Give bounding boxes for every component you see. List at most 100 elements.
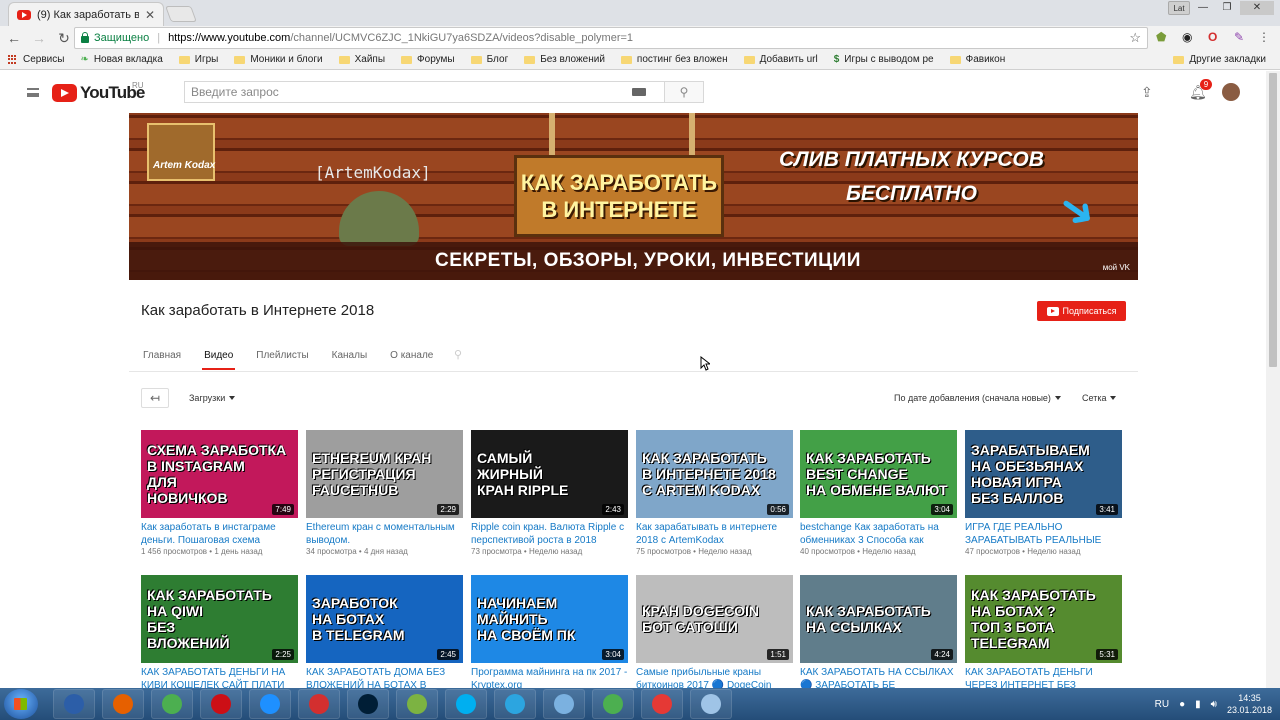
tab-videos[interactable]: Видео: [202, 350, 236, 372]
forward-arrow-icon[interactable]: →: [28, 30, 50, 46]
bookmark-folder-blog[interactable]: Блог: [470, 54, 508, 65]
subscribe-button[interactable]: Подписаться: [1037, 301, 1126, 321]
tab-channels[interactable]: Каналы: [330, 350, 370, 372]
chevron-down-icon: [1110, 396, 1117, 400]
video-thumbnail[interactable]: КАК ЗАРАБОТАТЬ НА ССЫЛКАХ 4:24: [800, 575, 957, 663]
taskbar-file-manager-button[interactable]: [53, 689, 95, 719]
keyboard-icon[interactable]: [632, 88, 646, 96]
bookmark-games-withdrawal[interactable]: $ Игры с выводом ре: [834, 54, 934, 65]
thumbnail-text: НА БОТАХ: [312, 610, 385, 627]
taskbar-firefox-button[interactable]: [102, 689, 144, 719]
bookmark-services[interactable]: Сервисы: [8, 54, 64, 65]
taskbar-chrome-button[interactable]: [592, 689, 634, 719]
video-duration: 3:04: [931, 504, 953, 515]
tab-playlists[interactable]: Плейлисты: [254, 350, 310, 372]
taskbar-chrome-button[interactable]: [151, 689, 193, 719]
browser-tab[interactable]: (9) Как заработать в Инте ✕: [8, 2, 164, 26]
video-thumbnail[interactable]: КАК ЗАРАБОТАТЬ НА БОТАХ ? ТОП 3 БОТА TELEGR…: [965, 575, 1122, 663]
channel-search-icon[interactable]: ⚲: [454, 348, 462, 361]
video-thumbnail[interactable]: СХЕМА ЗАРАБОТКА В INSTAGRAM ДЛЯ НОВИЧКОВ 7:4…: [141, 430, 298, 518]
system-tray: RU ● ▮ 🔊︎ 14:35 23.01.2018: [1155, 688, 1272, 720]
bookmark-folder-add-url[interactable]: Добавить url: [743, 54, 818, 65]
thumbnail-text: FAUCETHUB: [312, 482, 399, 499]
taskbar-telegram-button[interactable]: [494, 689, 536, 719]
video-title-link[interactable]: Ethereum кран с моментальным выводом.: [306, 521, 463, 547]
video-thumbnail[interactable]: КРАН DOGECOIN БОТ САТОШИ 1:51: [636, 575, 793, 663]
sort-dropdown[interactable]: По дате добавления (сначала новые): [886, 388, 1069, 408]
start-button[interactable]: [4, 689, 38, 719]
taskbar-record-button[interactable]: [641, 689, 683, 719]
video-thumbnail[interactable]: САМЫЙ ЖИРНЫЙ КРАН RIPPLE 2:43: [471, 430, 628, 518]
video-title-link[interactable]: bestchange Как заработать на обменниках …: [800, 521, 957, 547]
page-scrollbar[interactable]: [1266, 71, 1280, 688]
taskbar-yandex-button[interactable]: [298, 689, 340, 719]
bookmark-star-icon[interactable]: ☆: [1129, 30, 1141, 46]
tab-home[interactable]: Главная: [141, 350, 183, 372]
taskbar-paint-button[interactable]: [543, 689, 585, 719]
guide-menu-icon[interactable]: [27, 88, 39, 97]
video-meta: 40 просмотров • Неделю назад: [800, 547, 957, 556]
youtube-logo[interactable]: YouTube RU: [52, 81, 145, 103]
search-button[interactable]: ⚲: [664, 81, 704, 103]
bookmark-label: Игры с выводом ре: [844, 54, 934, 65]
pen-extension-icon[interactable]: ✎: [1234, 30, 1244, 44]
upload-icon[interactable]: ⇪: [1141, 84, 1153, 101]
taskbar-opera-button[interactable]: [200, 689, 242, 719]
close-window-icon[interactable]: ✕: [1240, 1, 1274, 15]
bookmark-folder-forums[interactable]: Форумы: [401, 54, 455, 65]
taskbar-utorrent-button[interactable]: [396, 689, 438, 719]
account-avatar[interactable]: [1222, 83, 1240, 101]
video-thumbnail[interactable]: КАК ЗАРАБОТАТЬ BEST CHANGE НА ОБМЕНЕ ВАЛЮТ…: [800, 430, 957, 518]
taskbar-internet-explorer-button[interactable]: [249, 689, 291, 719]
address-bar[interactable]: Защищено | https://www.youtube.com/chann…: [74, 27, 1148, 49]
opera-extension-icon[interactable]: O: [1208, 30, 1217, 44]
video-thumbnail[interactable]: КАК ЗАРАБОТАТЬ НА QIWI БЕЗ ВЛОЖЕНИЙ 2:25: [141, 575, 298, 663]
taskbar-photoshop-button[interactable]: [347, 689, 389, 719]
incognito-extension-icon[interactable]: ◉: [1182, 30, 1192, 44]
video-thumbnail[interactable]: КАК ЗАРАБОТАТЬ В ИНТЕРНЕТЕ 2018 С ARTEM KO…: [636, 430, 793, 518]
bookmark-folder-games[interactable]: Игры: [178, 54, 219, 65]
bookmark-folder-posting[interactable]: постинг без вложен: [620, 54, 728, 65]
maximize-icon[interactable]: ❐: [1216, 1, 1238, 15]
video-title-link[interactable]: Как зарабатывать в интернете 2018 с Arte…: [636, 521, 793, 547]
back-button[interactable]: ↤: [141, 388, 169, 408]
minimize-icon[interactable]: —: [1192, 1, 1214, 15]
video-duration: 4:24: [931, 649, 953, 660]
video-thumbnail[interactable]: НАЧИНАЕМ МАЙНИТЬ НА СВОЁМ ПК 3:04: [471, 575, 628, 663]
view-dropdown[interactable]: Сетка: [1074, 388, 1124, 408]
tab-about[interactable]: О канале: [388, 350, 435, 372]
back-arrow-icon[interactable]: ←: [3, 30, 25, 46]
video-duration: 2:45: [437, 649, 459, 660]
close-tab-icon[interactable]: ✕: [145, 8, 155, 22]
new-tab-button[interactable]: [165, 6, 197, 22]
uploads-dropdown[interactable]: Загрузки: [181, 388, 243, 408]
video-views: 75 просмотров: [636, 547, 691, 556]
clock[interactable]: 14:35 23.01.2018: [1227, 692, 1272, 716]
network-icon[interactable]: ▮: [1195, 699, 1201, 710]
banner-social-links[interactable]: мой VK: [1103, 263, 1130, 272]
video-title-link[interactable]: Как заработать в инстаграме деньги. Поша…: [141, 521, 298, 547]
tray-icon[interactable]: ●: [1179, 699, 1185, 710]
bookmark-folder-monitors[interactable]: Моники и блоги: [234, 54, 323, 65]
video-title-link[interactable]: Ripple coin кран. Валюта Ripple с перспе…: [471, 521, 628, 547]
taskbar-notes-button[interactable]: [690, 689, 732, 719]
bookmark-new-tab[interactable]: ❧ Новая вкладка: [80, 54, 162, 65]
bookmark-other[interactable]: Другие закладки: [1173, 54, 1266, 65]
video-thumbnail[interactable]: ЗАРАБОТОК НА БОТАХ В TELEGRAM 2:45: [306, 575, 463, 663]
bookmark-folder-favicon[interactable]: Фавикон: [949, 54, 1005, 65]
home-extension-icon[interactable]: ⬟: [1156, 30, 1166, 44]
bookmark-folder-no-investment[interactable]: Без вложений: [524, 54, 605, 65]
language-indicator[interactable]: RU: [1155, 699, 1169, 710]
bookmark-folder-hyips[interactable]: Хайпы: [338, 54, 385, 65]
search-input[interactable]: Введите запрос: [184, 81, 664, 103]
scrollbar-thumb[interactable]: [1269, 73, 1277, 367]
keyboard-layout-indicator[interactable]: Lat: [1168, 1, 1190, 15]
video-title-link[interactable]: ИГРА ГДЕ РЕАЛЬНО ЗАРАБАТЫВАТЬ РЕАЛЬНЫЕ: [965, 521, 1122, 547]
reload-icon[interactable]: ↻: [53, 30, 75, 47]
video-thumbnail[interactable]: ЗАРАБАТЫВАЕМ НА ОБЕЗЬЯНАХ НОВАЯ ИГРА БЕЗ БА…: [965, 430, 1122, 518]
volume-icon[interactable]: 🔊︎: [1211, 699, 1217, 710]
bookmark-label: Игры: [194, 54, 219, 65]
menu-dots-icon[interactable]: ⋮: [1258, 30, 1270, 44]
taskbar-skype-button[interactable]: [445, 689, 487, 719]
video-thumbnail[interactable]: ETHEREUM КРАН РЕГИСТРАЦИЯ FAUCETHUB 2:29: [306, 430, 463, 518]
